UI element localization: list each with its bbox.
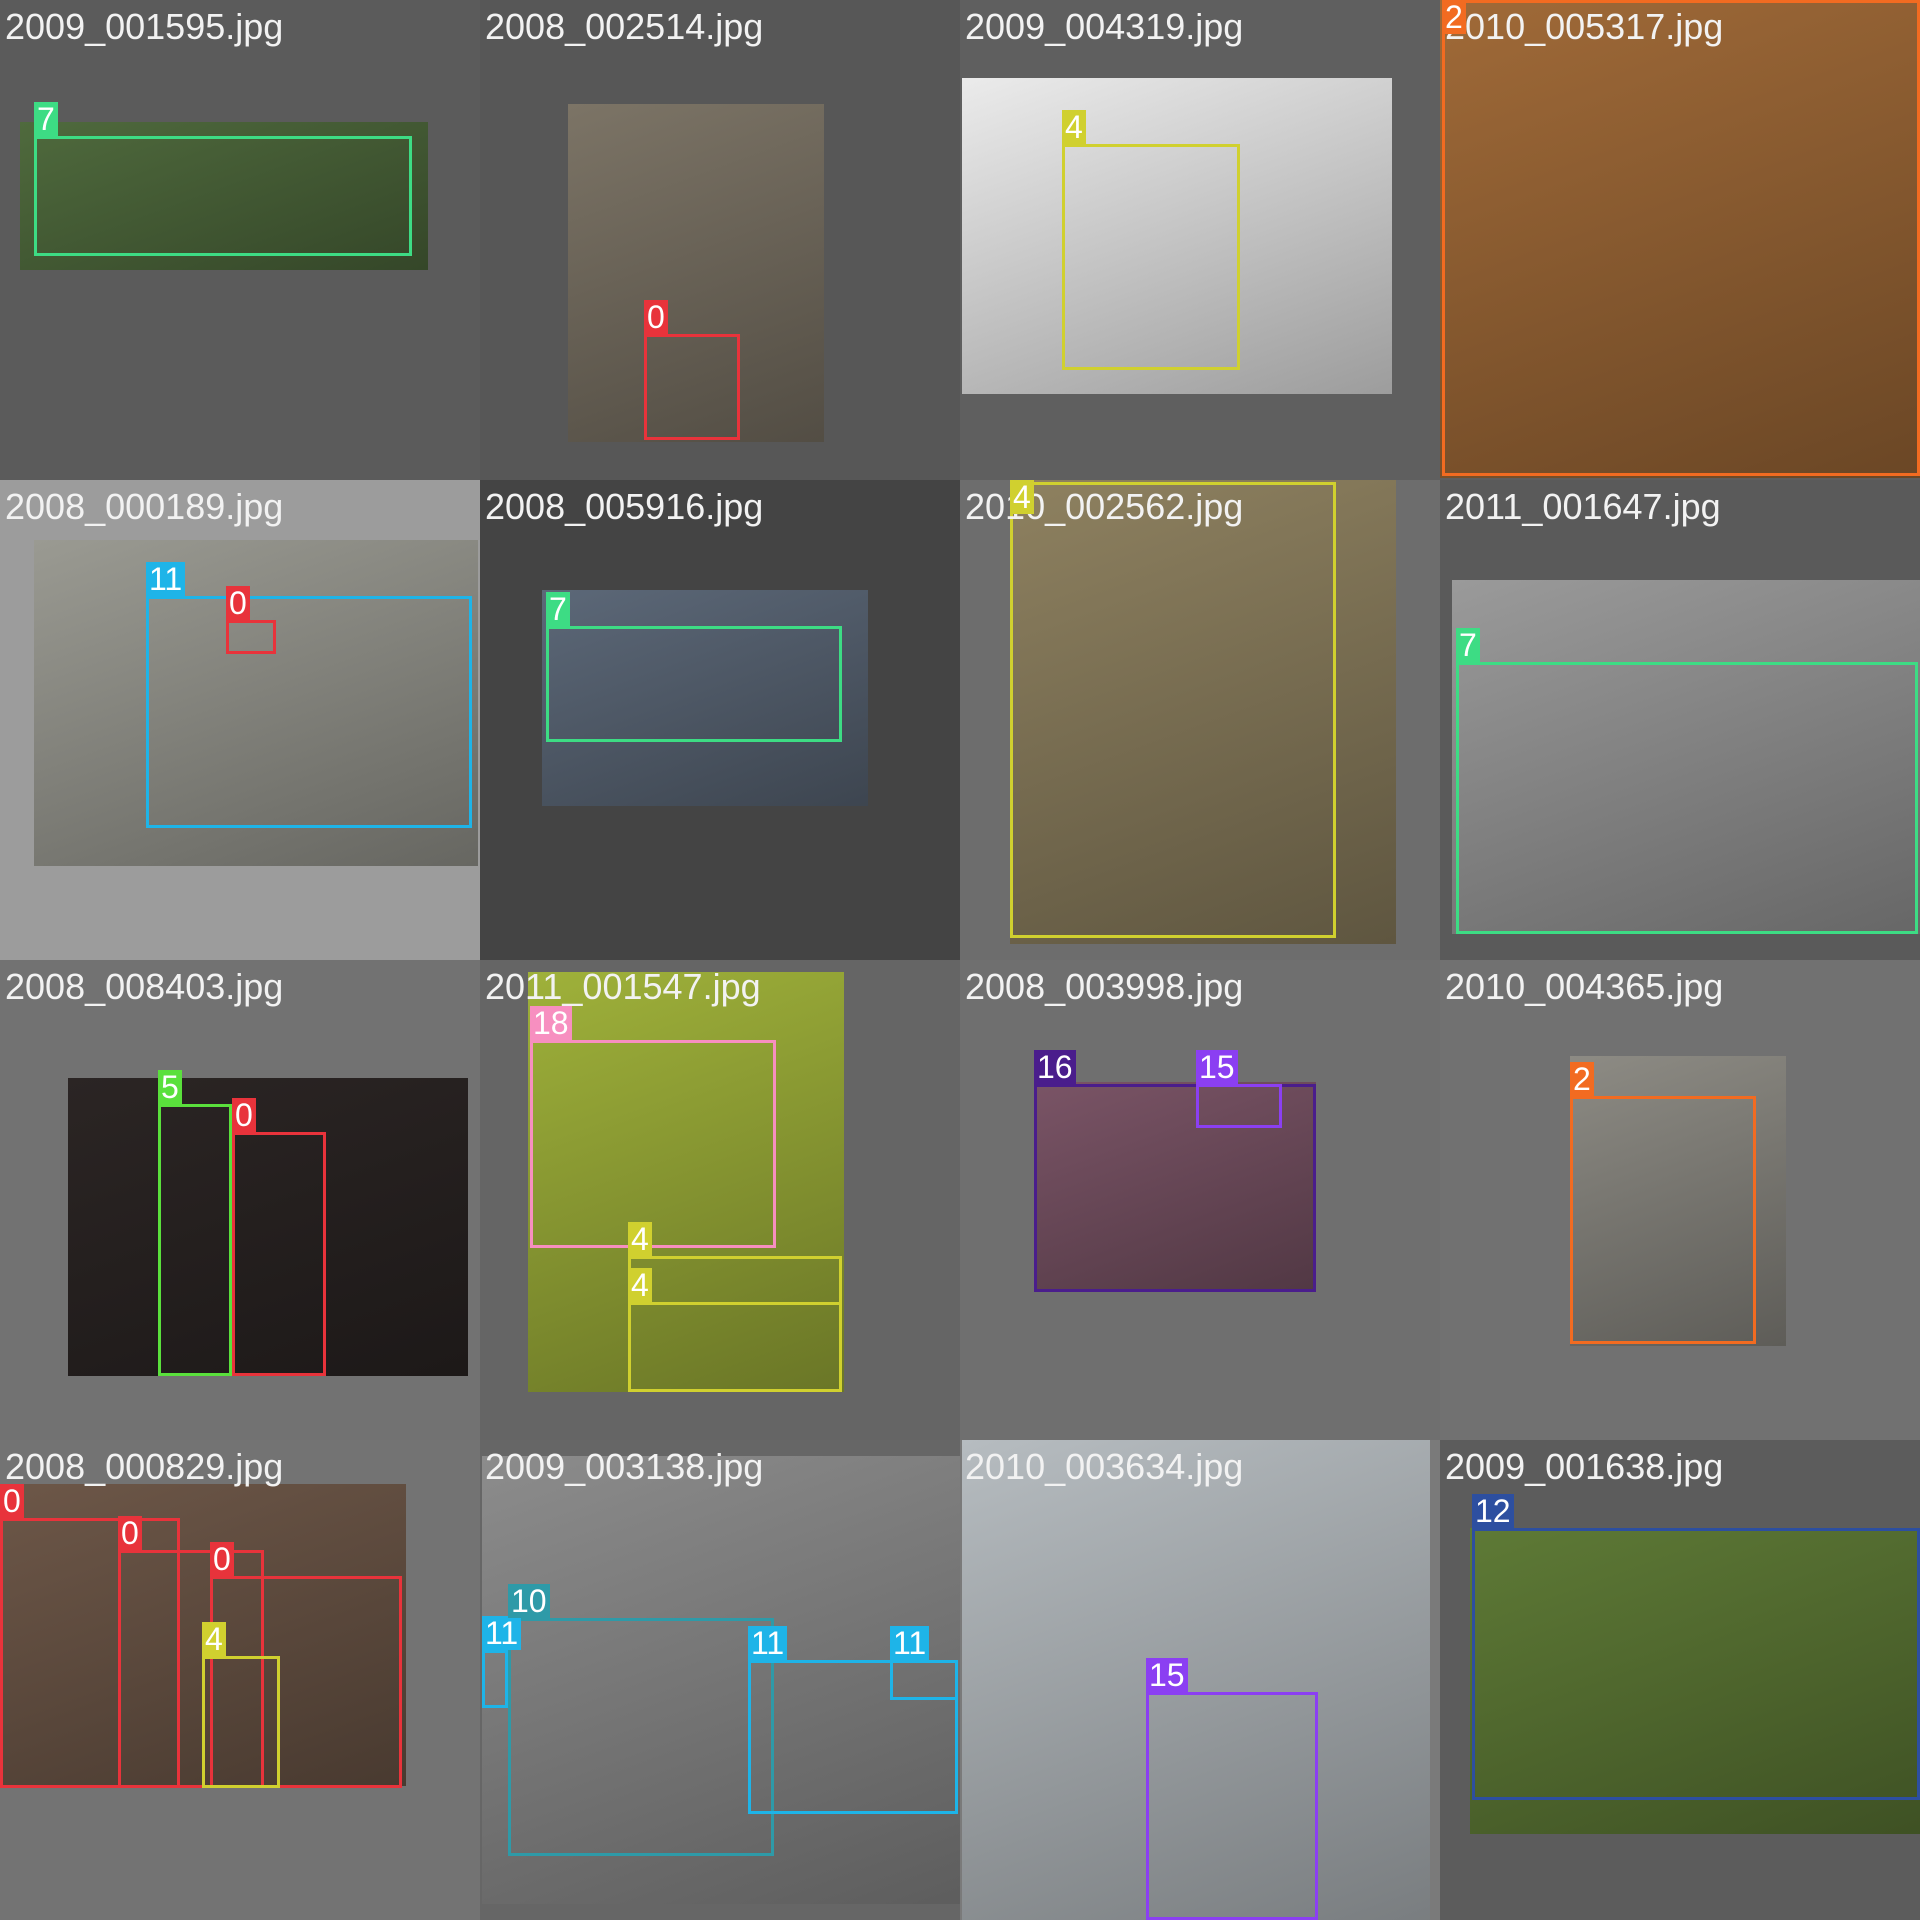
mosaic-tile: 2009_001595.jpg 7 — [0, 0, 480, 480]
box-class-label: 0 — [644, 300, 668, 334]
box-class-label: 11 — [748, 1626, 788, 1660]
bounding-box — [232, 1132, 326, 1376]
box-class-label: 11 — [482, 1616, 522, 1650]
bounding-box — [1442, 0, 1920, 476]
box-class-label: 4 — [628, 1268, 652, 1302]
mosaic-tile: 2010_005317.jpg 2 — [1440, 0, 1920, 480]
bounding-box — [226, 620, 276, 654]
mosaic-tile: 2008_002514.jpg 0 — [480, 0, 960, 480]
tile-filename: 2011_001647.jpg — [1445, 486, 1721, 527]
bounding-box — [146, 596, 472, 828]
bounding-box — [34, 136, 412, 256]
bounding-box — [530, 1040, 776, 1248]
tile-filename: 2008_002514.jpg — [485, 6, 764, 47]
tile-filename: 2010_004365.jpg — [1445, 966, 1724, 1007]
tile-filename: 2008_003998.jpg — [965, 966, 1244, 1007]
mosaic-tile: 2010_003634.jpg 15 — [960, 1440, 1440, 1920]
bounding-box — [1570, 1096, 1756, 1344]
mosaic-tile: 2008_003998.jpg 16 15 — [960, 960, 1440, 1440]
mosaic-tile: 2010_004365.jpg 2 — [1440, 960, 1920, 1440]
bounding-box — [1456, 662, 1918, 934]
bounding-box — [158, 1104, 232, 1376]
tile-filename: 2009_001638.jpg — [1445, 1446, 1724, 1487]
box-class-label: 5 — [158, 1070, 182, 1104]
box-class-label: 7 — [1456, 628, 1480, 662]
box-class-label: 0 — [232, 1098, 256, 1132]
tile-filename: 2011_001547.jpg — [485, 966, 761, 1007]
bounding-box — [1472, 1528, 1920, 1800]
tile-filename: 2008_005916.jpg — [485, 486, 764, 527]
box-class-label: 4 — [1010, 480, 1034, 514]
box-class-label: 11 — [146, 562, 186, 596]
mosaic-tile: 2008_000189.jpg 11 0 — [0, 480, 480, 960]
box-class-label: 18 — [530, 1006, 572, 1040]
box-class-label: 0 — [210, 1542, 234, 1576]
mosaic-tile: 2010_002562.jpg 4 — [960, 480, 1440, 960]
mosaic-tile: 2009_004319.jpg 4 — [960, 0, 1440, 480]
bounding-box — [1010, 482, 1336, 938]
bounding-box — [1196, 1084, 1282, 1128]
mosaic-tile: 2009_001638.jpg 12 — [1440, 1440, 1920, 1920]
box-class-label: 15 — [1146, 1658, 1188, 1692]
box-class-label: 0 — [226, 586, 250, 620]
box-class-label: 16 — [1034, 1050, 1076, 1084]
box-class-label: 2 — [1570, 1062, 1594, 1096]
bounding-box — [546, 626, 842, 742]
mosaic-tile: 2008_000829.jpg 0 0 0 4 — [0, 1440, 480, 1920]
bounding-box — [628, 1302, 842, 1392]
box-class-label: 12 — [1472, 1494, 1514, 1528]
mosaic-tile: 2008_005916.jpg 7 — [480, 480, 960, 960]
box-class-label: 4 — [628, 1222, 652, 1256]
bounding-box — [1062, 144, 1240, 370]
bounding-box — [508, 1618, 774, 1856]
box-class-label: 4 — [202, 1622, 226, 1656]
tile-filename: 2009_003138.jpg — [485, 1446, 764, 1487]
bounding-box — [890, 1660, 958, 1700]
box-class-label: 15 — [1196, 1050, 1238, 1084]
bounding-box — [482, 1650, 508, 1708]
box-class-label: 10 — [508, 1584, 550, 1618]
tile-filename: 2010_005317.jpg — [1445, 6, 1724, 47]
box-class-label: 0 — [118, 1516, 142, 1550]
bounding-box — [644, 334, 740, 440]
bounding-box — [1146, 1692, 1318, 1920]
tile-filename: 2010_002562.jpg — [965, 486, 1244, 527]
bounding-box — [202, 1656, 280, 1788]
detection-mosaic: 2009_001595.jpg 7 2008_002514.jpg 0 2009_004… — [0, 0, 1920, 1920]
box-class-label: 2 — [1442, 0, 1466, 34]
tile-filename: 2010_003634.jpg — [965, 1446, 1244, 1487]
mosaic-tile: 2008_008403.jpg 5 0 — [0, 960, 480, 1440]
tile-filename: 2009_004319.jpg — [965, 6, 1244, 47]
box-class-label: 7 — [34, 102, 58, 136]
box-class-label: 7 — [546, 592, 570, 626]
mosaic-tile: 2009_003138.jpg 11 10 11 11 — [480, 1440, 960, 1920]
box-class-label: 4 — [1062, 110, 1086, 144]
tile-filename: 2008_000189.jpg — [5, 486, 284, 527]
mosaic-tile: 2011_001547.jpg 18 4 4 — [480, 960, 960, 1440]
tile-filename: 2008_008403.jpg — [5, 966, 284, 1007]
box-class-label: 0 — [0, 1484, 24, 1518]
tile-filename: 2009_001595.jpg — [5, 6, 284, 47]
box-class-label: 11 — [890, 1626, 930, 1660]
mosaic-tile: 2011_001647.jpg 7 — [1440, 480, 1920, 960]
tile-filename: 2008_000829.jpg — [5, 1446, 284, 1487]
